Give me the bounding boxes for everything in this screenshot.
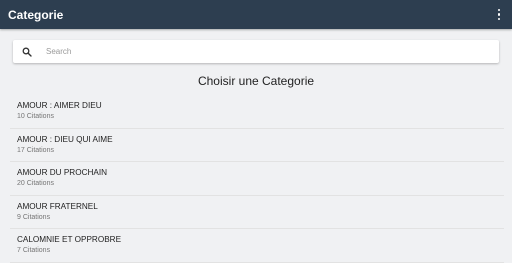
category-title: AMOUR DU PROCHAIN xyxy=(17,168,108,177)
list-item[interactable]: AMOUR : AIMER DIEU 10 Citations xyxy=(10,95,504,129)
category-title: AMOUR : AIMER DIEU xyxy=(17,101,102,110)
category-count: 20 Citations xyxy=(17,180,54,187)
list-item[interactable]: CALOMNIE ET OPPROBRE 7 Citations xyxy=(10,229,504,263)
section-title: Choisir une Categorie xyxy=(197,74,315,88)
category-count: 17 Citations xyxy=(17,146,54,154)
list-item[interactable]: AMOUR : DIEU QUI AIME 17 Citations xyxy=(10,128,504,162)
category-count: 9 Citations xyxy=(17,213,51,221)
list-item[interactable]: AMOUR DU PROCHAIN 20 Citations xyxy=(10,162,504,196)
category-count: 10 Citations xyxy=(17,113,54,120)
search-bar[interactable] xyxy=(13,40,499,63)
category-title: CALOMNIE ET OPPROBRE xyxy=(17,235,122,244)
category-count: 7 Citations xyxy=(17,247,51,254)
search-icon[interactable] xyxy=(22,46,34,58)
category-title: AMOUR FRATERNEL xyxy=(17,201,98,211)
app-bar: Categorie xyxy=(0,0,512,29)
more-vert-icon[interactable] xyxy=(494,7,504,23)
category-list: AMOUR : AIMER DIEU 10 Citations AMOUR : … xyxy=(10,95,504,263)
list-item[interactable]: AMOUR FRATERNEL 9 Citations xyxy=(10,195,504,229)
search-input[interactable] xyxy=(44,46,448,57)
app-title: Categorie xyxy=(8,7,64,22)
category-title: AMOUR : DIEU QUI AIME xyxy=(17,134,113,144)
